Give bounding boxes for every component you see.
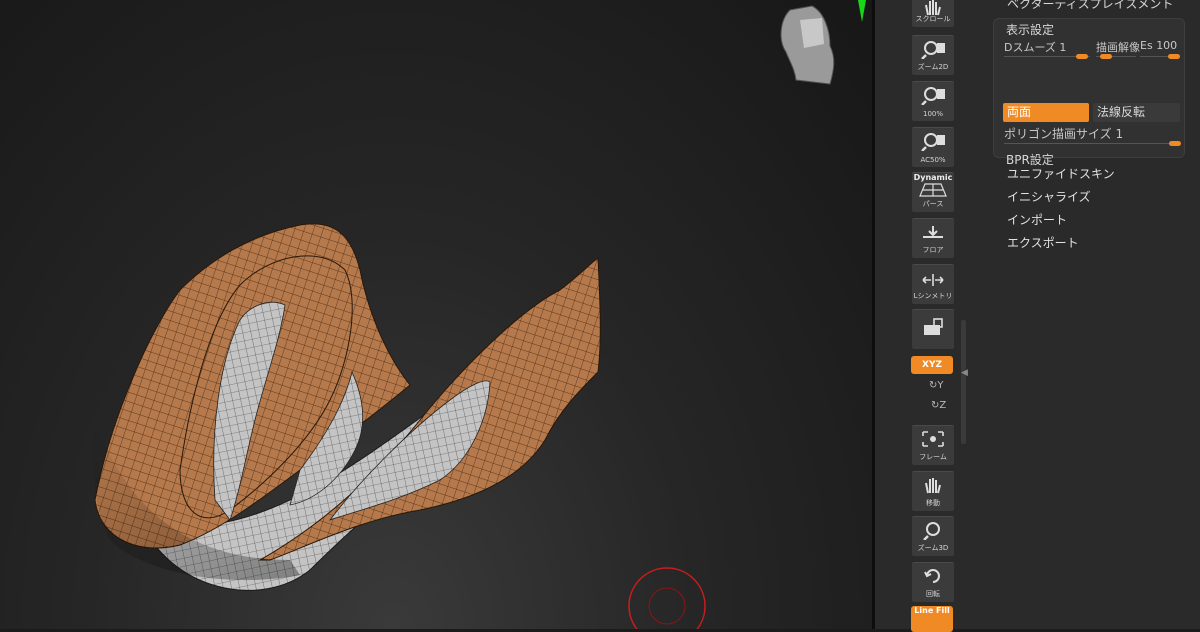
- dsmooth-label: Dスムーズ: [1004, 41, 1056, 54]
- tool-panel: ベクターディスプレイスメント 表示設定 Dスムーズ 1 描画解像 Es 100 …: [990, 0, 1200, 629]
- lsym-label: Lシンメトリ: [913, 292, 953, 300]
- linefill-button[interactable]: Line Fill: [911, 606, 953, 632]
- export-item[interactable]: エクスポート: [1007, 234, 1079, 251]
- symmetry-icon: [922, 274, 944, 286]
- floor-button[interactable]: フロア: [911, 217, 955, 259]
- xyz-label: XYZ: [922, 360, 942, 370]
- poly-size-track[interactable]: [1004, 143, 1180, 144]
- rot-y-label: Y: [937, 380, 944, 391]
- zoom3d-label: ズーム3D: [917, 544, 949, 552]
- rotate-z-button[interactable]: ↻Z: [931, 400, 946, 411]
- draw-res-slider[interactable]: 描画解像: [1096, 39, 1140, 55]
- perspective-grid-icon: [919, 183, 947, 197]
- vector-displacement-item[interactable]: ベクターディスプレイスメント: [1007, 0, 1173, 12]
- ac50-label: AC50%: [920, 156, 946, 164]
- dsmooth-knob[interactable]: [1076, 54, 1088, 59]
- pct100-label: 100%: [922, 110, 943, 118]
- flip-normals-button[interactable]: 法線反転: [1093, 103, 1180, 122]
- draw-res-label: 描画解像: [1096, 41, 1140, 54]
- unified-skin-item[interactable]: ユニファイドスキン: [1007, 165, 1115, 182]
- ac50-button[interactable]: AC50%: [911, 126, 955, 168]
- es-label: Es: [1140, 39, 1153, 52]
- frame-icon: [922, 431, 944, 447]
- display-settings-title[interactable]: 表示設定: [1006, 21, 1054, 38]
- zoom-icon: [921, 41, 945, 59]
- shelf-scrollbar[interactable]: [961, 320, 966, 444]
- move-button[interactable]: 移動: [911, 470, 955, 512]
- zoom2d-button[interactable]: ズーム2D: [911, 34, 955, 76]
- zoom-icon: [921, 87, 945, 105]
- xyz-rotation-button[interactable]: XYZ: [911, 356, 953, 374]
- brush-cursor: [628, 567, 706, 629]
- es-slider[interactable]: Es 100: [1140, 39, 1177, 52]
- zoom-icon: [923, 522, 940, 540]
- scroll-button[interactable]: スクロール: [911, 0, 955, 28]
- camera-lock-icon: [924, 318, 943, 335]
- 3d-viewport[interactable]: [0, 0, 872, 629]
- dsmooth-value: 1: [1059, 41, 1067, 54]
- poly-size-knob[interactable]: [1169, 141, 1181, 146]
- poly-size-slider[interactable]: ポリゴン描画サイズ 1: [1004, 125, 1123, 142]
- initialize-item[interactable]: イニシャライズ: [1007, 188, 1091, 205]
- zoom-icon: [921, 133, 945, 151]
- move-label: 移動: [926, 499, 940, 507]
- poly-size-value: 1: [1115, 127, 1124, 141]
- draw-res-knob[interactable]: [1100, 54, 1112, 59]
- rotate-y-button[interactable]: ↻Y: [929, 380, 944, 391]
- perspective-button[interactable]: Dynamic パース: [911, 171, 955, 213]
- linefill-label: Line Fill: [914, 606, 950, 615]
- rotate-button[interactable]: 回転: [911, 561, 955, 603]
- actual-size-button[interactable]: 100%: [911, 80, 955, 122]
- import-item[interactable]: インポート: [1007, 211, 1067, 228]
- zoom3d-button[interactable]: ズーム3D: [911, 515, 955, 557]
- floor-icon: [923, 226, 943, 238]
- es-knob[interactable]: [1168, 54, 1180, 59]
- mesh-render: [93, 0, 866, 629]
- dsmooth-slider[interactable]: Dスムーズ 1: [1004, 39, 1066, 55]
- zoom2d-label: ズーム2D: [917, 63, 949, 71]
- local-transform-button[interactable]: [911, 308, 955, 350]
- display-settings-group: 表示設定 Dスムーズ 1 描画解像 Es 100 両面 法線反転 ポリゴン描画サ…: [993, 18, 1185, 167]
- hand-icon: [925, 478, 941, 494]
- rot-z-label: Z: [939, 400, 947, 411]
- perspective-label: パース: [922, 200, 944, 208]
- scroll-label: スクロール: [915, 15, 951, 23]
- floor-label: フロア: [922, 246, 944, 254]
- double-sided-button[interactable]: 両面: [1003, 103, 1089, 122]
- rotate-icon: [924, 569, 940, 583]
- head-navigator-icon: [780, 5, 835, 85]
- poly-size-label: ポリゴン描画サイズ: [1004, 127, 1112, 141]
- dynamic-label: Dynamic: [913, 173, 953, 182]
- collapse-arrow-icon[interactable]: ◀: [961, 368, 968, 378]
- rotate-label: 回転: [926, 590, 940, 598]
- frame-button[interactable]: フレーム: [911, 424, 955, 466]
- lsym-button[interactable]: Lシンメトリ: [911, 263, 955, 305]
- right-shelf: スクロール ズーム2D 100% AC50% Dynamic パース フロア L…: [875, 0, 990, 632]
- es-value: 100: [1156, 39, 1178, 52]
- frame-label: フレーム: [919, 453, 947, 461]
